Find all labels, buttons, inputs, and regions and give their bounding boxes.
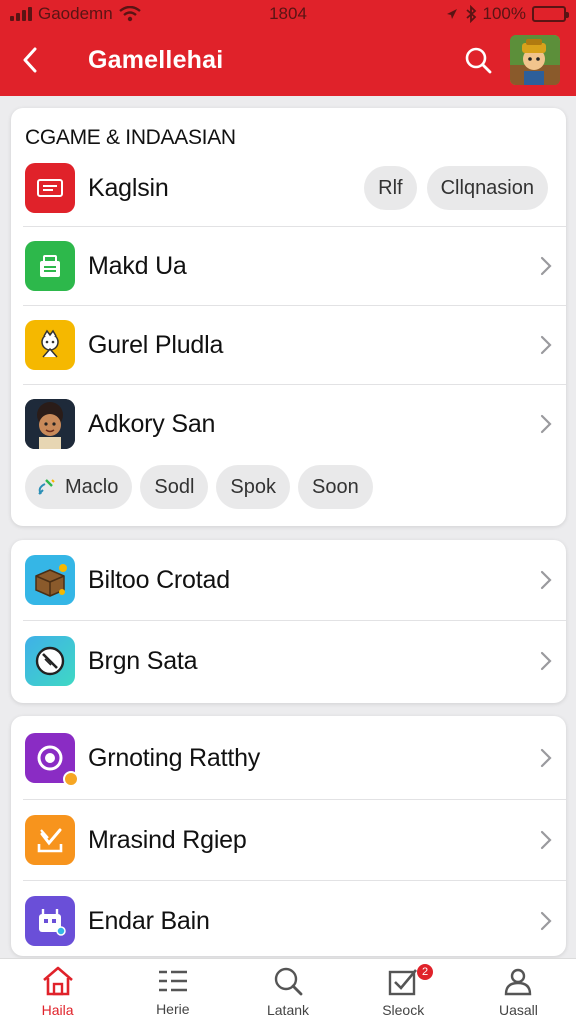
- search-button[interactable]: [456, 38, 500, 82]
- option-pills: Rlf Cllqnasion: [364, 148, 548, 228]
- list-item-label: Grnoting Ratthy: [88, 743, 261, 772]
- list-item-mrasind-rgiep[interactable]: Mrasind Rgiep: [11, 800, 566, 880]
- chevron-right-icon: [540, 830, 552, 850]
- bluetooth-icon: [465, 5, 476, 23]
- chevron-right-icon: [540, 651, 552, 671]
- list-item-adkory-san[interactable]: Adkory San: [11, 384, 566, 464]
- robot-icon: [25, 896, 75, 946]
- menu-lines-icon: [25, 163, 75, 213]
- list-item-brgn-sata[interactable]: Brgn Sata: [11, 621, 566, 701]
- chevron-right-icon: [540, 570, 552, 590]
- tag-chip-soon[interactable]: Soon: [297, 465, 373, 509]
- profile-avatar[interactable]: [510, 35, 560, 85]
- tab-uasall[interactable]: Uasall: [461, 959, 576, 1024]
- search-icon: [465, 47, 492, 74]
- tag-chips: Maclo Sodl Spok Soon: [25, 464, 373, 510]
- check-box-icon: [25, 815, 75, 865]
- user-icon: [505, 968, 532, 995]
- list-item-label: Brgn Sata: [88, 646, 198, 675]
- option-pill-cllqnasion[interactable]: Cllqnasion: [426, 166, 548, 210]
- app-header: Gaodemn 1804 100% Gamellehai: [0, 0, 576, 96]
- section-card-2: Biltoo Crotad Brgn Sata: [11, 540, 566, 703]
- notification-badge: 2: [417, 964, 434, 980]
- checkmark-box-icon: [389, 968, 418, 995]
- status-time: 1804: [269, 4, 307, 23]
- nav-bar: Gamellehai: [0, 30, 576, 90]
- battery-icon: [532, 6, 569, 22]
- tab-label: Sleock: [382, 1001, 425, 1018]
- list-item-label: Gurel Pludla: [88, 330, 224, 359]
- home-icon: [42, 966, 73, 995]
- game-character-icon: [510, 35, 560, 85]
- carrier-name: Gaodemn: [38, 4, 113, 23]
- tag-chip-sodl[interactable]: Sodl: [140, 465, 209, 509]
- tab-haila[interactable]: Haila: [0, 959, 115, 1024]
- compass-icon: [25, 636, 75, 686]
- chevron-right-icon: [540, 335, 552, 355]
- list-item-kaglsin[interactable]: Kaglsin Rlf Cllqnasion: [11, 148, 566, 228]
- tag-chip-label: Maclo: [65, 475, 119, 498]
- edit-icon: [38, 479, 55, 495]
- section-card-1: CGAME & INDAASIAN Kaglsin Rlf Cllqnasion…: [11, 108, 566, 526]
- chevron-right-icon: [540, 414, 552, 434]
- search-icon: [274, 967, 303, 995]
- list-item-label: Adkory San: [88, 409, 216, 438]
- tab-label: Haila: [41, 1001, 74, 1018]
- chest-icon: [25, 555, 75, 605]
- location-icon: [446, 9, 457, 19]
- list-item-label: Kaglsin: [88, 173, 169, 202]
- wifi-icon: [118, 6, 141, 22]
- tab-label: Latank: [266, 1001, 310, 1018]
- tab-sleock[interactable]: 2 Sleock: [346, 959, 461, 1024]
- status-bar: Gaodemn 1804 100%: [0, 0, 576, 28]
- bottom-tab-bar: Haila Herie Latank 2 Sleock Uasall: [0, 958, 576, 1024]
- section-title: CGAME & INDAASIAN: [25, 126, 236, 149]
- character-icon: [25, 320, 75, 370]
- badge-icon: [63, 771, 79, 787]
- chevron-right-icon: [540, 748, 552, 768]
- tab-label: Herie: [156, 1000, 190, 1017]
- tab-label: Uasall: [498, 1001, 538, 1018]
- list-item-endar-bain[interactable]: Endar Bain: [11, 881, 566, 956]
- list-item-label: Biltoo Crotad: [88, 565, 230, 594]
- chevron-right-icon: [540, 256, 552, 276]
- battery-percent: 100%: [482, 4, 526, 23]
- tag-chip-maclo[interactable]: Maclo: [25, 465, 133, 509]
- list-item-makd-ua[interactable]: Makd Ua: [11, 226, 566, 306]
- option-pill-rlf[interactable]: Rlf: [364, 166, 417, 210]
- tab-latank[interactable]: Latank: [230, 959, 345, 1024]
- chevron-left-icon: [23, 47, 37, 73]
- list-item-biltoo-crotad[interactable]: Biltoo Crotad: [11, 540, 566, 620]
- avatar-icon: [25, 399, 75, 449]
- list-item-label: Mrasind Rgiep: [88, 825, 247, 854]
- list-item-grnoting-ratthy[interactable]: Grnoting Ratthy: [11, 718, 566, 798]
- section-card-3: Grnoting Ratthy Mrasind Rgiep Endar Bain: [11, 716, 566, 956]
- store-icon: [25, 241, 75, 291]
- page-title: Gamellehai: [88, 45, 224, 74]
- tab-herie[interactable]: Herie: [115, 959, 230, 1024]
- list-item-gurel-pludla[interactable]: Gurel Pludla: [11, 305, 566, 385]
- list-item-label: Makd Ua: [88, 251, 187, 280]
- chevron-right-icon: [540, 911, 552, 931]
- list-item-label: Endar Bain: [88, 906, 210, 935]
- coin-icon: [25, 733, 79, 787]
- tag-chip-spok[interactable]: Spok: [216, 465, 290, 509]
- signal-icon: [10, 7, 32, 21]
- back-button[interactable]: [0, 30, 60, 90]
- list-icon: [158, 970, 187, 991]
